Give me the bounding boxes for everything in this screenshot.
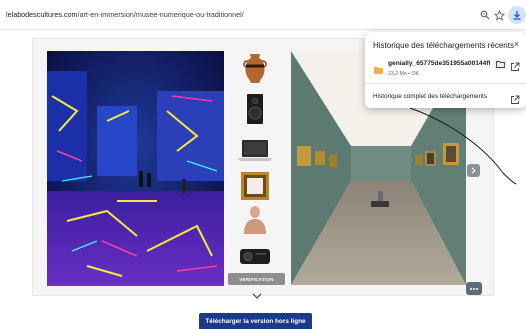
url-path: /art-en-immersion/musee-numerique-ou-tra… (77, 10, 244, 19)
laptop-object[interactable] (236, 133, 274, 165)
full-history-link[interactable]: Historique complet des téléchargements (373, 93, 487, 100)
file-icon (374, 61, 383, 74)
star-icon[interactable] (493, 9, 505, 21)
popup-divider (365, 83, 526, 84)
download-offline-button[interactable]: Télécharger la version hors ligne (199, 313, 312, 329)
downloads-popup: Historique des téléchargements récents ×… (365, 32, 526, 108)
url-text[interactable]: lelabodescultures.com/art-en-immersion/m… (6, 6, 244, 24)
chevron-right-icon[interactable] (467, 164, 480, 177)
folder-icon[interactable] (494, 58, 506, 70)
amphora-object[interactable] (236, 52, 274, 84)
chevron-down-icon[interactable] (251, 287, 263, 299)
open-external-icon[interactable] (510, 59, 520, 71)
address-bar[interactable]: lelabodescultures.com/art-en-immersion/m… (0, 0, 526, 30)
bust-object[interactable] (236, 204, 274, 236)
verification-button[interactable]: VERIFICATION (228, 273, 285, 285)
zoom-icon[interactable] (479, 9, 491, 21)
url-host: lelabodescultures.com (6, 10, 78, 19)
download-icon[interactable] (508, 6, 526, 24)
projector-object[interactable] (236, 240, 274, 272)
picture-frame-object[interactable] (236, 170, 274, 202)
immersive-gallery-image (47, 51, 224, 286)
popup-title: Historique des téléchargements récents (373, 41, 514, 50)
open-history-icon[interactable] (510, 92, 520, 104)
close-icon[interactable]: × (512, 40, 521, 49)
download-file-meta: 23,2 Mo • OK (388, 71, 419, 77)
speaker-object[interactable] (236, 93, 274, 125)
browser-window: lelabodescultures.com/art-en-immersion/m… (0, 0, 526, 329)
more-options-icon[interactable] (466, 282, 482, 295)
download-file-name[interactable]: genially_65775de351955a00144ff (388, 60, 490, 67)
